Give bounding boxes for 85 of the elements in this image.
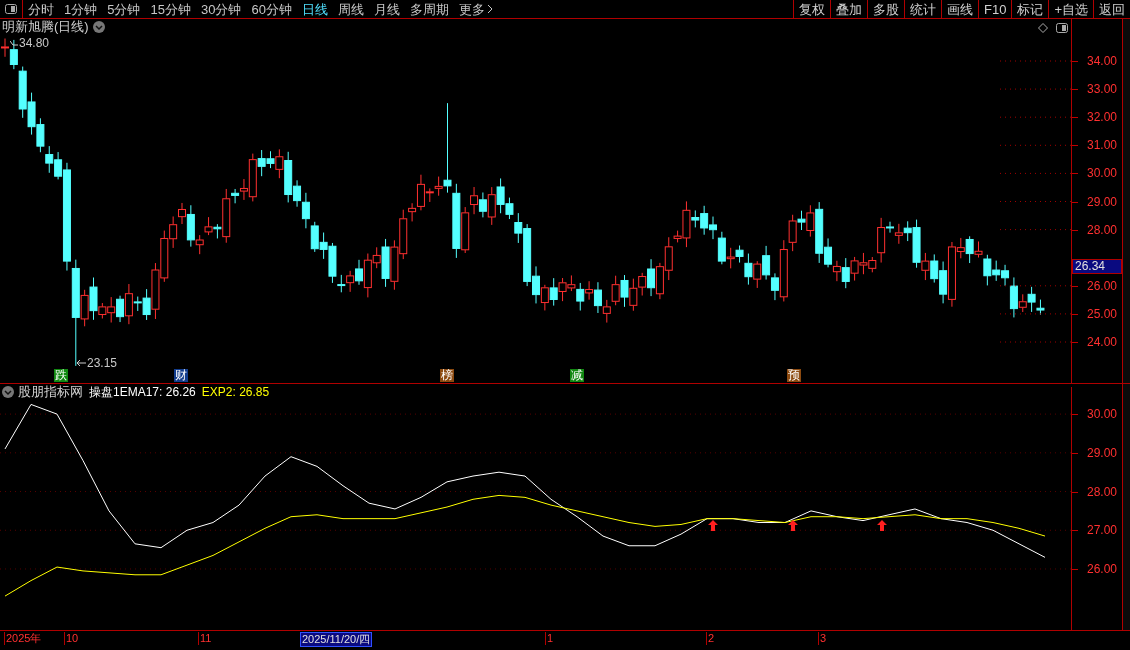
candle (655, 262, 664, 300)
indicator-axis-label: 28.00 (1087, 485, 1118, 498)
period-tab[interactable]: 更多 (458, 2, 493, 16)
price-axis-label: 33.00 (1087, 83, 1118, 96)
candle (629, 278, 638, 312)
diamond-icon[interactable] (1038, 23, 1048, 33)
period-tab[interactable]: 周线 (337, 2, 364, 16)
period-tab[interactable]: 1分钟 (64, 2, 98, 16)
period-tab[interactable]: 日线 (301, 2, 328, 16)
indicator-legend: EXP2: 26.85 (201, 385, 270, 398)
toolbar-button[interactable]: 统计 (904, 0, 941, 18)
candle (602, 299, 611, 324)
toolbar-button[interactable]: 复权 (793, 0, 830, 18)
period-tab[interactable]: 分时 (28, 2, 54, 16)
toolbar-button[interactable]: 标记 (1011, 0, 1049, 18)
price-axis-label: 26.00 (1087, 279, 1118, 292)
candle (620, 274, 629, 308)
candle (558, 277, 567, 302)
toolbar-button[interactable]: 叠加 (830, 0, 867, 18)
candle (859, 252, 868, 275)
price-axis-label: 31.00 (1087, 139, 1118, 152)
candle (549, 277, 558, 307)
candle (346, 270, 355, 293)
indicator-legend: 操盘1EMA17: 26.26 (89, 385, 196, 398)
indicator-axis-label: 29.00 (1087, 446, 1118, 459)
leader-line (10, 40, 18, 46)
price-axis-label: 30.00 (1087, 167, 1118, 180)
chevron-down-icon[interactable] (2, 385, 14, 398)
candle (301, 192, 310, 229)
chevron-down-icon[interactable] (92, 20, 105, 33)
price-axis-label: 28.00 (1087, 223, 1118, 236)
panel-toggle-icon[interactable] (1056, 23, 1068, 33)
chevron-right-icon (486, 4, 493, 14)
candle (850, 256, 859, 282)
time-axis-label: 10 (64, 632, 80, 645)
price-axis-label: 29.00 (1087, 195, 1118, 208)
period-tab[interactable]: 30分钟 (200, 2, 242, 16)
indicator-axis-label: 26.00 (1087, 562, 1118, 575)
time-axis-label: 2025年 (4, 632, 43, 645)
toolbar-button[interactable]: 画线 (941, 0, 978, 18)
current-price-tag: 26.34 (1072, 259, 1122, 274)
indicator-source: 股朋指标网 (18, 385, 83, 398)
candle (310, 221, 319, 253)
candle (753, 260, 762, 289)
candle (36, 117, 45, 153)
period-tab[interactable]: 5分钟 (107, 2, 141, 16)
time-axis-label: 3 (818, 632, 828, 645)
time-axis-label: 11 (198, 632, 213, 645)
event-tag[interactable]: 榜 (440, 369, 454, 382)
event-tag[interactable]: 跌 (54, 369, 68, 382)
price-axis-label: 25.00 (1087, 307, 1118, 320)
indicator-axis-label: 30.00 (1087, 408, 1118, 421)
high-price-label: 34.80 (19, 37, 50, 49)
event-tag[interactable]: 财 (174, 369, 188, 382)
candle (27, 92, 36, 136)
period-tab[interactable]: 月线 (373, 2, 400, 16)
candle (930, 253, 939, 284)
indicator-axis-label: 27.00 (1087, 524, 1118, 537)
up-arrow-icon (877, 520, 887, 531)
event-tag[interactable]: 减 (570, 369, 584, 382)
period-tab[interactable]: 15分钟 (150, 2, 191, 16)
toolbar-button[interactable]: 返回 (1093, 0, 1130, 18)
toolbar-button[interactable]: 多股 (867, 0, 904, 18)
up-arrow-icon (708, 520, 718, 531)
event-tag[interactable]: 预 (787, 369, 801, 382)
up-arrow-icon (788, 520, 798, 531)
price-axis-label: 24.00 (1087, 336, 1118, 348)
time-axis-label: 1 (545, 632, 555, 645)
toolbar-button[interactable]: F10 (978, 0, 1012, 18)
time-axis-label: 2 (706, 632, 716, 645)
candle (204, 216, 213, 236)
candle (45, 145, 54, 174)
price-axis-label: 32.00 (1087, 111, 1118, 124)
price-axis-label: 34.00 (1087, 55, 1118, 67)
candle (390, 239, 399, 291)
period-tab[interactable]: 60分钟 (251, 2, 292, 16)
candle (611, 275, 620, 306)
toolbar-button[interactable]: +自选 (1048, 0, 1093, 18)
panel-toggle-icon[interactable] (5, 4, 17, 14)
low-price-label: 23.15 (87, 357, 118, 369)
time-axis-label: 2025/11/20/四 (300, 632, 373, 647)
chart-title: 明新旭腾(日线) (2, 20, 89, 33)
period-tab[interactable]: 多周期 (409, 2, 449, 16)
left-arrow-icon (76, 359, 86, 367)
candle (762, 245, 771, 281)
